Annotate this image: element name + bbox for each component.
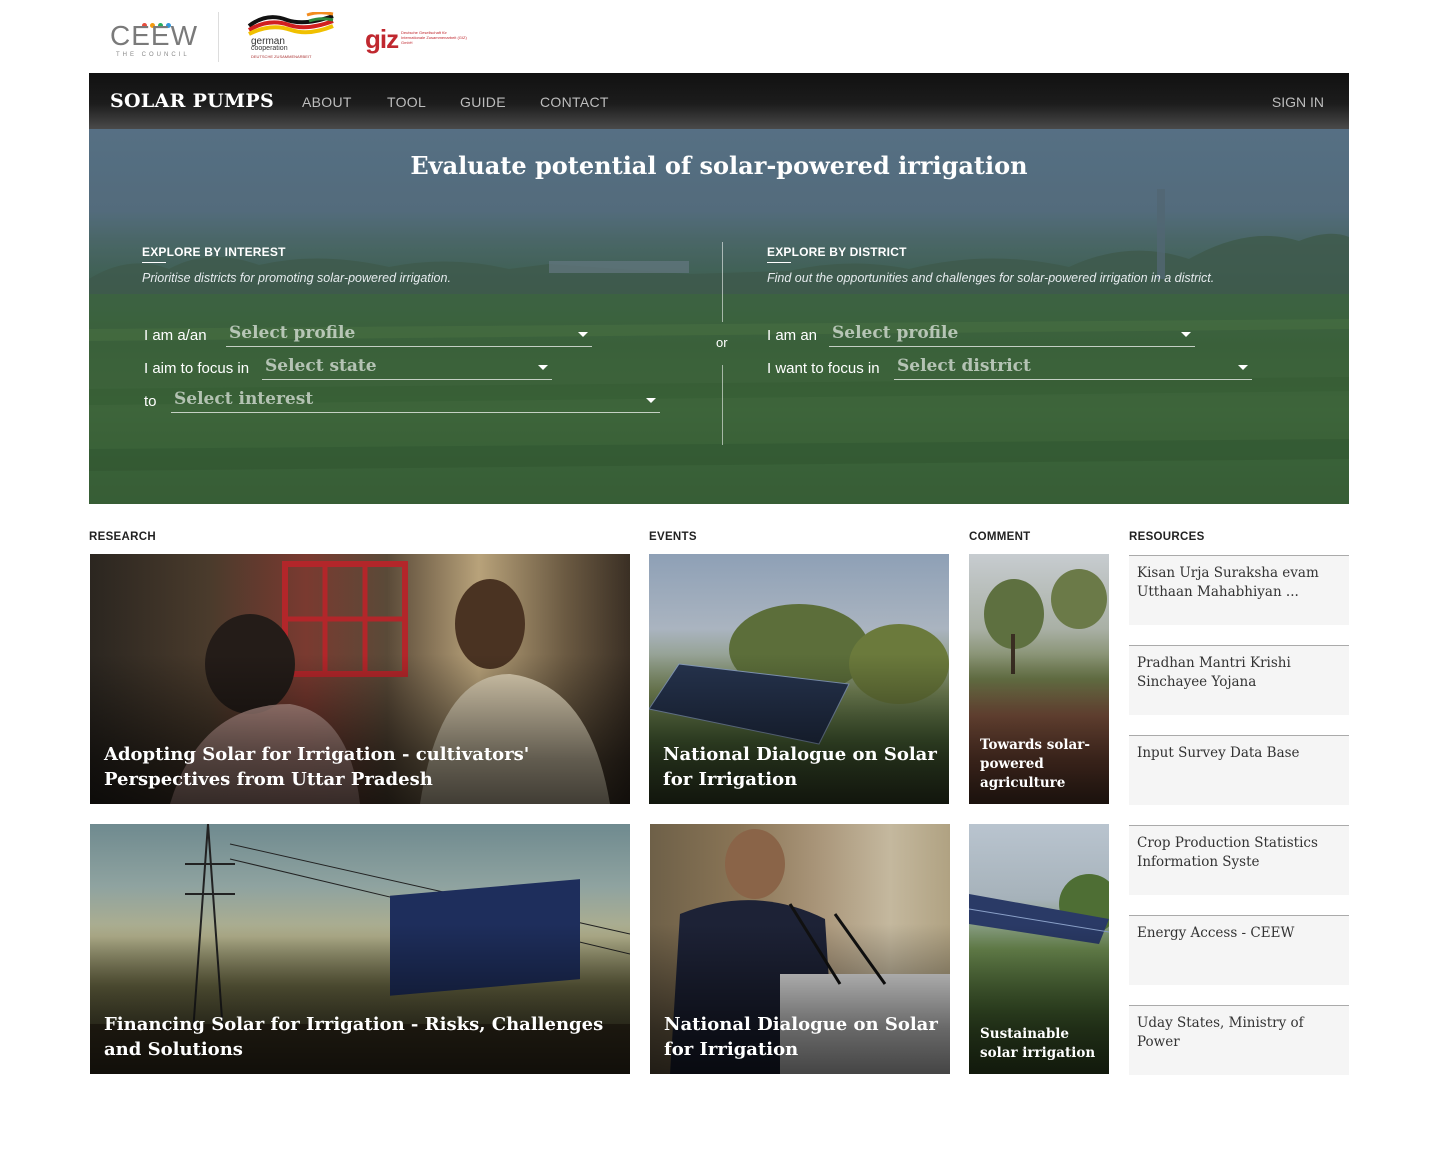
site-brand[interactable]: SOLAR PUMPS [110,90,274,112]
hero-title: Evaluate potential of solar-powered irri… [410,151,1028,180]
interest-state-placeholder: Select state [265,356,377,376]
resource-link-label: Input Survey Data Base [1137,745,1300,761]
resource-link-label: Pradhan Mantri Krishi Sinchayee Yojana [1137,655,1291,690]
explore-by-interest-underline [142,262,166,263]
german-flag-swoosh-icon [247,12,334,36]
resource-link[interactable]: Uday States, Ministry of Power [1129,1005,1349,1075]
chevron-down-icon [1181,332,1191,337]
top-navbar: SOLAR PUMPS ABOUT TOOL GUIDE CONTACT SIG… [89,73,1349,129]
nav-item-tool[interactable]: TOOL [387,94,426,110]
interest-interest-placeholder: Select interest [174,389,314,409]
resource-link-label: Uday States, Ministry of Power [1137,1015,1304,1050]
comment-card[interactable]: Sustainable solar irrigation [969,824,1109,1074]
hero-overlay [89,129,1349,504]
resource-link-label: Kisan Urja Suraksha evam Utthaan Mahabhi… [1137,565,1319,600]
research-card[interactable]: Financing Solar for Irrigation - Risks, … [90,824,630,1074]
explore-by-interest-desc: Prioritise districts for promoting solar… [142,271,451,285]
district-profile-placeholder: Select profile [832,323,959,343]
comment-card-title: Towards solar-powered agriculture [980,737,1090,791]
giz-logo-text: Deutsche Gesellschaft für Internationale… [401,30,467,45]
resource-link[interactable]: Input Survey Data Base [1129,735,1349,805]
resource-link-label: Energy Access - CEEW [1137,925,1295,941]
research-section-title: RESEARCH [89,531,156,543]
event-card[interactable]: National Dialogue on Solar for Irrigatio… [650,824,950,1074]
district-select[interactable]: Select district [894,354,1252,380]
interest-profile-label: I am a/an [144,327,207,344]
comment-card[interactable]: Towards solar-powered agriculture [969,554,1109,804]
hero-banner: Evaluate potential of solar-powered irri… [89,129,1349,504]
district-profile-select[interactable]: Select profile [829,321,1195,347]
district-placeholder: Select district [897,356,1031,376]
resource-link[interactable]: Crop Production Statistics Information S… [1129,825,1349,895]
explore-by-district-label: EXPLORE BY DISTRICT [767,245,907,259]
giz-logo[interactable]: giz Deutsche Gesellschaft für Internatio… [365,24,467,55]
research-card-title: Adopting Solar for Irrigation - cultivat… [104,744,530,790]
partner-logos: CEEW THE COUNCIL german cooperation DEUT… [89,0,1349,73]
interest-interest-select[interactable]: Select interest [171,387,660,413]
research-card[interactable]: Adopting Solar for Irrigation - cultivat… [90,554,630,804]
resources-section-title: RESOURCES [1129,531,1205,543]
comment-card-title: Sustainable solar irrigation [980,1026,1096,1061]
events-section-title: EVENTS [649,531,697,543]
ceew-logo-word: CEEW [110,20,198,51]
explore-by-district-underline [767,262,791,263]
district-profile-label: I am an [767,327,818,344]
interest-to-label: to [144,393,157,410]
or-separator: or [716,335,728,350]
nav-item-contact[interactable]: CONTACT [540,94,609,110]
german-cooperation-logo[interactable]: german cooperation DEUTSCHE ZUSAMMENARBE… [247,12,337,62]
column-divider-bottom [722,365,723,445]
chevron-down-icon [538,365,548,370]
explore-by-interest-label: EXPLORE BY INTEREST [142,245,286,259]
nav-item-about[interactable]: ABOUT [302,94,352,110]
explore-by-district-desc: Find out the opportunities and challenge… [767,271,1215,285]
giz-logo-word: giz [365,24,399,54]
interest-profile-placeholder: Select profile [229,323,356,343]
sign-in-link[interactable]: SIGN IN [1272,94,1324,110]
comment-section-title: COMMENT [969,531,1031,543]
event-card-title: National Dialogue on Solar for Irrigatio… [664,1014,938,1060]
event-card[interactable]: National Dialogue on Solar for Irrigatio… [649,554,949,804]
interest-state-label: I aim to focus in [144,360,250,377]
resource-link[interactable]: Pradhan Mantri Krishi Sinchayee Yojana [1129,645,1349,715]
nav-item-guide[interactable]: GUIDE [460,94,506,110]
german-logo-word2: cooperation [251,45,288,52]
resource-link-label: Crop Production Statistics Information S… [1137,835,1318,870]
district-focus-label: I want to focus in [767,360,880,377]
german-logo-word3: DEUTSCHE ZUSAMMENARBEIT [251,54,312,59]
interest-state-select[interactable]: Select state [262,354,552,380]
column-divider-top [722,242,723,322]
chevron-down-icon [1238,365,1248,370]
logo-divider [218,12,219,62]
ceew-logo[interactable]: CEEW THE COUNCIL [110,10,197,62]
research-card-title: Financing Solar for Irrigation - Risks, … [104,1014,604,1060]
resource-link[interactable]: Energy Access - CEEW [1129,915,1349,985]
interest-profile-select[interactable]: Select profile [226,321,592,347]
ceew-logo-subtitle: THE COUNCIL [116,52,190,58]
chevron-down-icon [646,398,656,403]
resource-link[interactable]: Kisan Urja Suraksha evam Utthaan Mahabhi… [1129,555,1349,625]
event-card-title: National Dialogue on Solar for Irrigatio… [663,744,937,790]
chevron-down-icon [578,332,588,337]
